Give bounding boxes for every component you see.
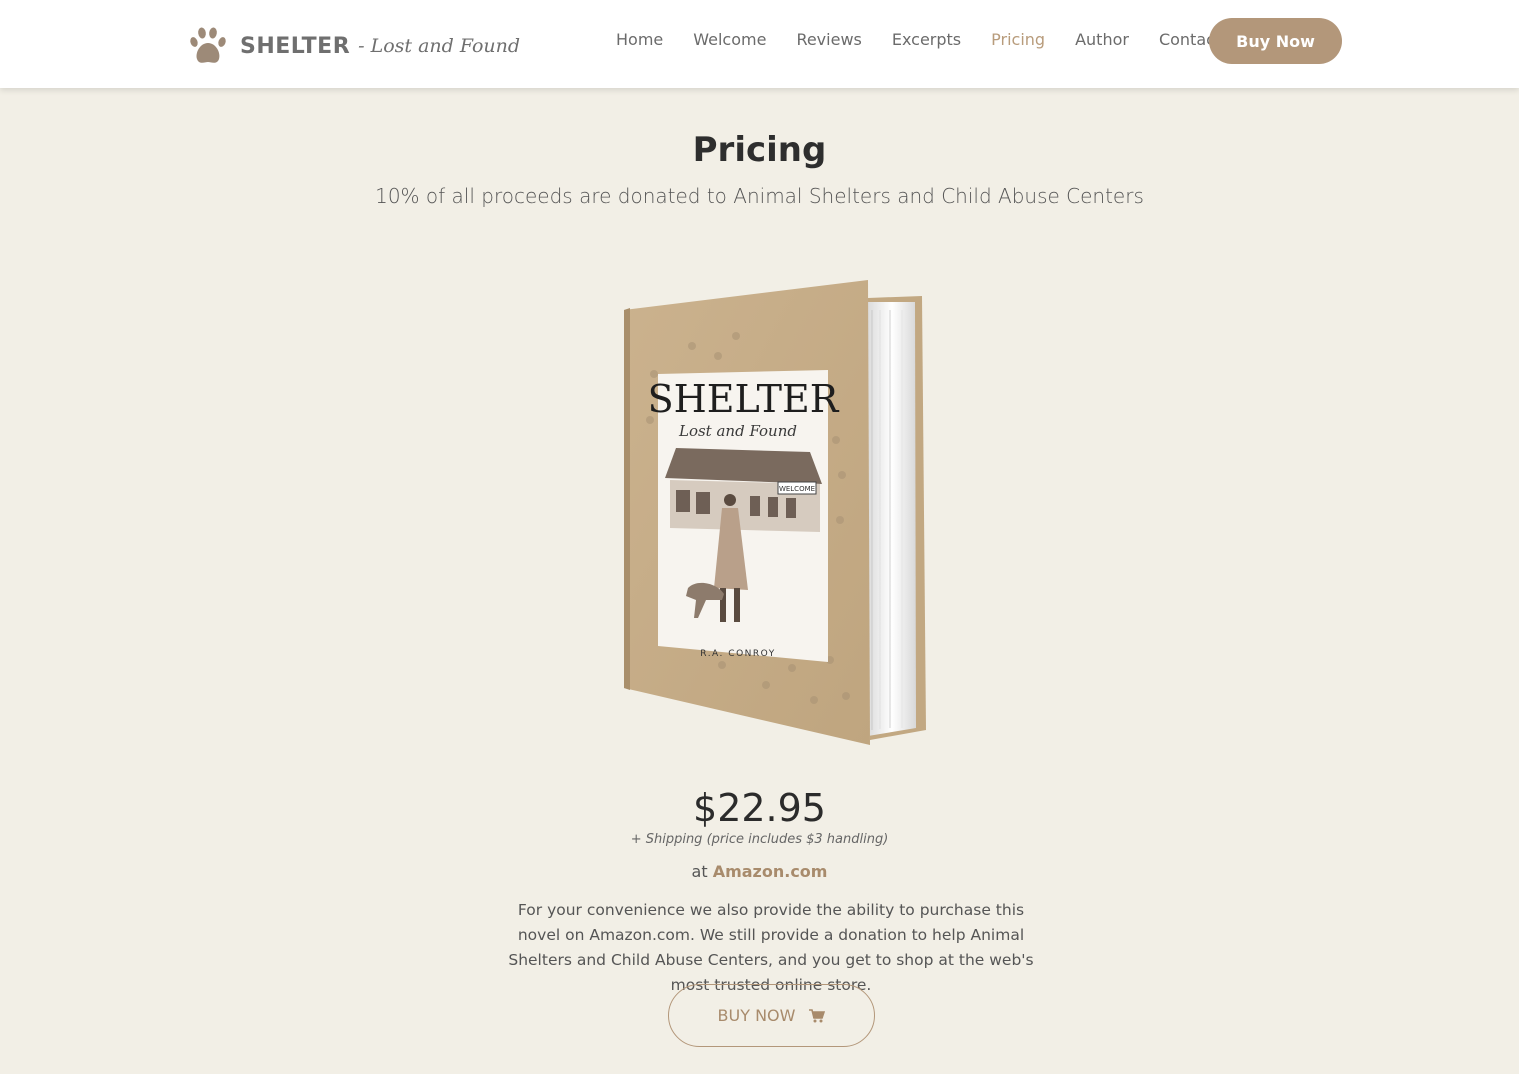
page-subtitle: 10% of all proceeds are donated to Anima… [375,184,1144,208]
welcome-sign: WELCOME [779,485,815,493]
brand-tagline: - Lost and Found [358,35,521,57]
book-cover-subtitle: Lost and Found [678,422,797,440]
store-link[interactable]: Amazon.com [713,862,828,881]
buy-now-button[interactable]: BUY NOW [668,984,875,1047]
book-author: R.A. CONROY [700,649,775,659]
book-cover-title: SHELTER [648,377,840,421]
price-amount: $22.95 [693,786,826,830]
book-image: SHELTER Lost and Found WELCOME R.A. CONR… [610,270,940,760]
nav-author[interactable]: Author [1075,30,1129,49]
purchase-description: For your convenience we also provide the… [508,901,1034,994]
store-prefix: at [691,862,708,881]
shipping-note: + Shipping (price includes $3 handling) [630,832,889,847]
nav-pricing[interactable]: Pricing [991,30,1045,49]
brand-name: SHELTER [240,33,351,59]
nav-excerpts[interactable]: Excerpts [892,30,961,49]
site-header: SHELTER - Lost and Found Home Welcome Re… [0,0,1519,88]
book-illustration: SHELTER Lost and Found WELCOME R.A. CONR… [624,280,926,745]
site-logo[interactable]: SHELTER - Lost and Found [186,24,520,68]
nav-welcome[interactable]: Welcome [693,30,766,49]
buy-now-label: BUY NOW [717,1006,796,1025]
header-buy-now-button[interactable]: Buy Now [1209,18,1342,64]
paw-icon [190,27,226,63]
page-title: Pricing [692,130,827,170]
nav-reviews[interactable]: Reviews [796,30,861,49]
main-nav: Home Welcome Reviews Excerpts Pricing Au… [616,30,1251,49]
nav-home[interactable]: Home [616,30,663,49]
cart-icon [809,1008,826,1022]
store-line: at Amazon.com [0,862,1519,881]
